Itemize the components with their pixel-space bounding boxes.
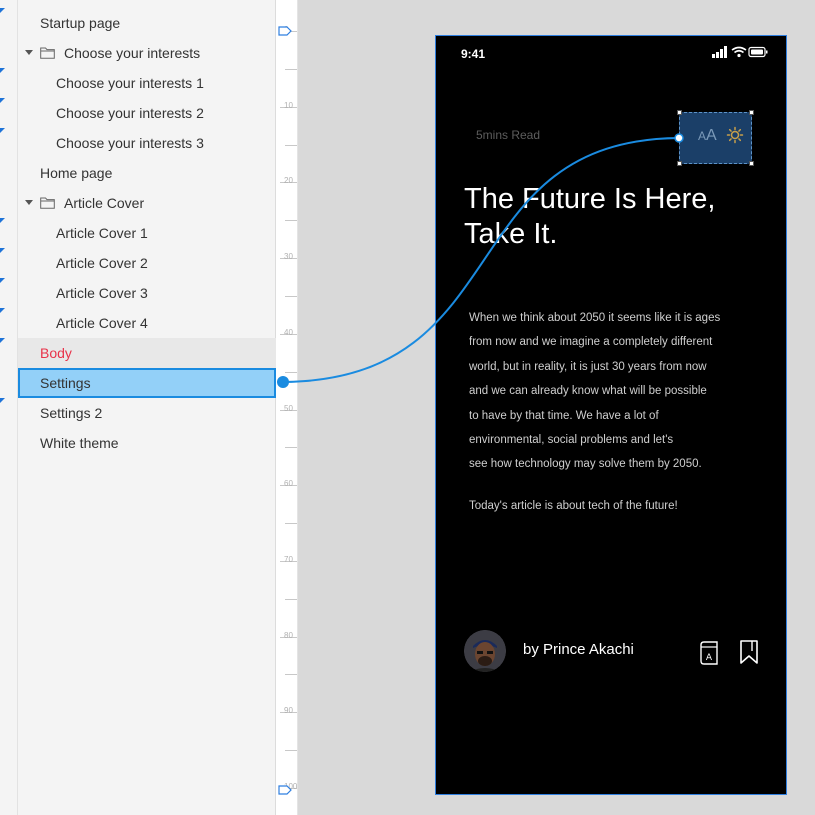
tree-item[interactable]: Settings 2 (0, 398, 276, 428)
tree-item-label: Startup page (40, 15, 121, 31)
tree-item-label: Choose your interests 1 (56, 75, 204, 91)
signal-icon (712, 46, 727, 58)
article-body: When we think about 2050 it seems like i… (469, 312, 721, 471)
tree-item[interactable]: Article Cover 2 (0, 248, 276, 278)
ruler-label: 70 (284, 554, 293, 564)
interaction-marker-icon (0, 98, 5, 103)
folder-icon (40, 47, 55, 59)
reader-mode-icon[interactable]: A (698, 641, 720, 665)
ruler-label: 30 (284, 252, 293, 262)
font-size-icon: AA (698, 127, 717, 144)
ruler-marker-icon[interactable] (278, 26, 292, 36)
interaction-marker-icon (0, 278, 5, 283)
interaction-marker-icon (0, 128, 5, 133)
tree-item[interactable]: Article Cover (18, 188, 276, 218)
avatar-image (464, 630, 506, 672)
ruler-tick (285, 750, 297, 752)
battery-icon (748, 46, 768, 58)
ruler-tick (285, 447, 297, 449)
ruler-tick (285, 674, 297, 676)
tree-item-label: Settings (40, 375, 91, 391)
tree-item[interactable]: Article Cover 4 (0, 308, 276, 338)
author-avatar (464, 630, 506, 672)
tree-item-label: Choose your interests 3 (56, 135, 204, 151)
ruler-marker-icon[interactable] (278, 785, 292, 795)
tree-item[interactable]: Choose your interests 1 (0, 68, 276, 98)
tree-item-label: Article Cover 3 (56, 285, 148, 301)
tree-item-label: Choose your interests 2 (56, 105, 204, 121)
brightness-icon (726, 126, 744, 144)
ruler-tick (285, 220, 297, 222)
interaction-marker-icon (0, 398, 5, 403)
tree-item-label: Home page (40, 165, 113, 181)
tree-item-label: Body (40, 345, 72, 361)
interaction-marker-icon (0, 248, 5, 253)
interaction-marker-icon (0, 8, 5, 13)
resize-handle[interactable] (677, 110, 682, 115)
tree-item-label: Article Cover 4 (56, 315, 148, 331)
ruler-tick (285, 68, 297, 70)
resize-handle[interactable] (677, 161, 682, 166)
read-time: 5mins Read (476, 128, 541, 142)
tree-item[interactable]: Article Cover 1 (0, 218, 276, 248)
vertical-ruler: 0102030405060708090100 (276, 0, 298, 815)
author-name: by Prince Akachi (523, 641, 634, 658)
resize-handle[interactable] (749, 161, 754, 166)
ruler-label: 40 (284, 327, 293, 337)
svg-text:A: A (706, 653, 713, 663)
tree-item-label: Choose your interests (64, 45, 201, 61)
bookmark-icon[interactable] (738, 639, 760, 665)
tree-item-label: Article Cover 1 (56, 225, 148, 241)
interaction-marker-icon (0, 68, 5, 73)
interaction-marker-icon (0, 338, 5, 343)
caret-down-icon[interactable] (25, 50, 33, 55)
tree-item[interactable]: Choose your interests 2 (0, 98, 276, 128)
ruler-tick (285, 523, 297, 525)
article-title: The Future Is Here, Take It. (464, 183, 716, 250)
wifi-icon (731, 46, 747, 54)
tree-item[interactable]: Choose your interests (18, 38, 276, 68)
interaction-marker-icon (0, 308, 5, 313)
ruler-label: 10 (284, 100, 293, 110)
ruler-label: 60 (284, 479, 293, 489)
ruler-tick (285, 371, 297, 373)
status-time: 9:41 (461, 47, 486, 61)
ruler-tick (285, 144, 297, 146)
ruler-label: 90 (284, 706, 293, 716)
article-outro: Today's article is about tech of the fut… (469, 500, 678, 512)
tree-item-label: White theme (40, 435, 119, 451)
tree-item[interactable]: Article Cover 3 (0, 278, 276, 308)
interaction-marker-icon (0, 218, 5, 223)
tree-item[interactable]: White theme (18, 428, 276, 458)
tree-item-label: Article Cover (64, 195, 145, 211)
ruler-label: 20 (284, 176, 293, 186)
tree-item[interactable]: Body (0, 338, 276, 368)
tree-item[interactable]: Startup page (0, 8, 276, 38)
tree-item[interactable]: Settings (18, 368, 276, 398)
ruler-label: 50 (284, 403, 293, 413)
tree-item[interactable]: Home page (18, 158, 276, 188)
page-tree-panel: Startup page Choose your interests Choose … (0, 0, 276, 815)
tree-item-label: Article Cover 2 (56, 255, 148, 271)
caret-down-icon[interactable] (25, 200, 33, 205)
tree-item-label: Settings 2 (40, 405, 103, 421)
ruler-tick (285, 598, 297, 600)
settings-hotspot[interactable]: AA (677, 110, 754, 166)
tree-gutter (0, 0, 18, 815)
resize-handle[interactable] (749, 110, 754, 115)
folder-icon (40, 197, 55, 209)
tree-item[interactable]: Choose your interests 3 (0, 128, 276, 158)
ruler-tick (285, 295, 297, 297)
status-icons (712, 46, 768, 58)
ruler-label: 80 (284, 630, 293, 640)
